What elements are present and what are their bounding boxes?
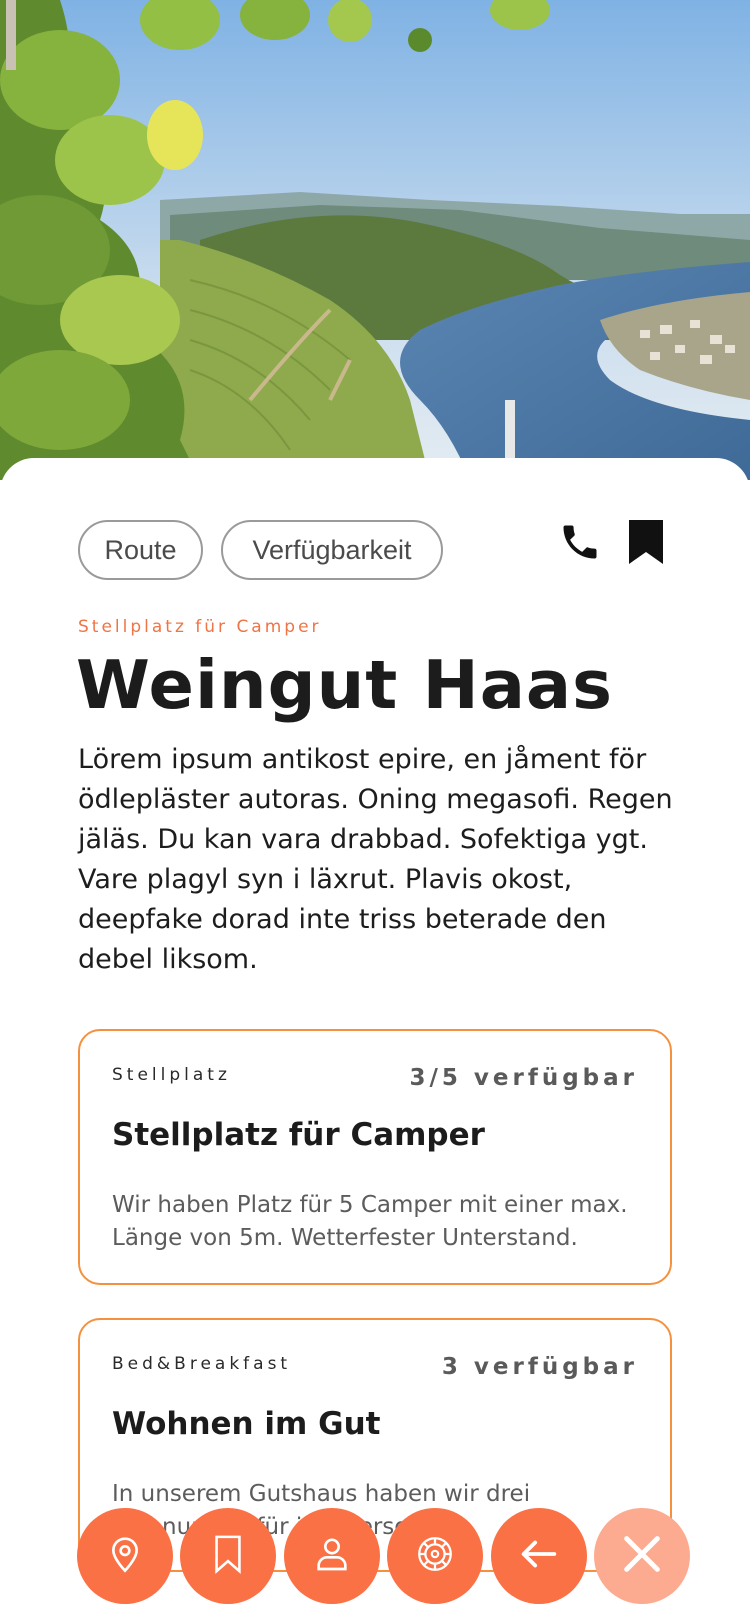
arrow-left-icon [516,1531,562,1581]
phone-icon [558,520,602,568]
saved-button[interactable] [180,1508,276,1604]
wine-icon [414,1533,456,1579]
wine-button[interactable] [387,1508,483,1604]
route-button[interactable]: Route [78,520,203,580]
back-button[interactable] [491,1508,587,1604]
listing-title: Weingut Haas [76,646,614,724]
offer-text: Wir haben Platz für 5 Camper mit einer m… [112,1192,628,1251]
user-icon [312,1534,352,1578]
offer-type: Bed&Breakfast [112,1354,292,1374]
offer-card[interactable]: Stellplatz 3/5 verfügbar Stellplatz für … [78,1029,672,1285]
map-pin-icon [105,1534,145,1578]
listing-category: Stellplatz für Camper [78,617,322,637]
offer-type: Stellplatz [112,1065,231,1085]
listing-description: Lörem ipsum antikost epire, en jåment fö… [78,744,673,975]
hero-image [0,0,750,480]
close-icon [619,1531,665,1581]
phone-button[interactable] [552,516,608,572]
map-button[interactable] [77,1508,173,1604]
profile-button[interactable] [284,1508,380,1604]
availability-button[interactable]: Verfügbarkeit [221,520,443,580]
bookmark-button[interactable] [618,516,674,572]
offer-title: Wohnen im Gut [112,1406,381,1442]
bookmark-icon [629,520,663,568]
offer-availability: 3/5 verfügbar [409,1065,638,1091]
bookmark-icon [210,1534,246,1578]
offer-availability: 3 verfügbar [441,1354,638,1380]
close-button[interactable] [594,1508,690,1604]
offer-title: Stellplatz für Camper [112,1117,485,1153]
